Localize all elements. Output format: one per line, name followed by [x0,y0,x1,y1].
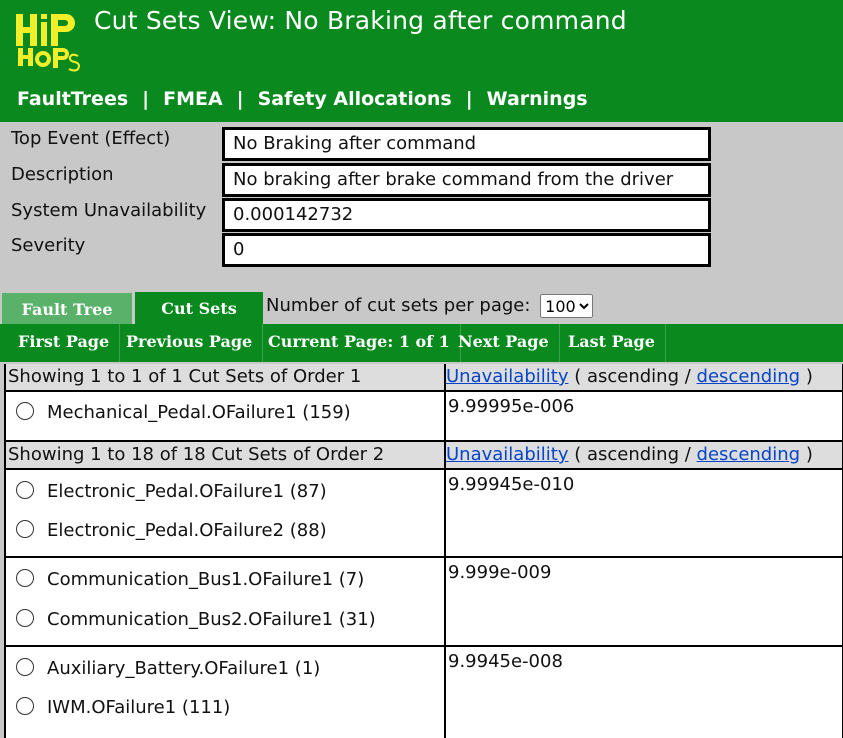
per-page-label: Number of cut sets per page: [266,295,531,316]
sort-paren-open: ( [574,366,582,387]
cut-set-item: Electronic_Pedal.OFailure1 (87) [16,481,327,502]
top-event-label: Top Event (Effect) [11,128,171,149]
cut-set-item: Communication_Bus1.OFailure1 (7) [16,569,364,590]
radio-button[interactable] [16,481,34,499]
nav-safety-allocations[interactable]: Safety Allocations [258,88,452,110]
sort-controls: Unavailability ( ascending / descending … [446,444,813,465]
severity-field[interactable]: 0 [222,233,711,267]
unavailability-value: 9.99945e-010 [448,474,575,495]
unavailability-value: 9.99995e-006 [448,396,575,417]
nav-separator: | [236,88,244,110]
sort-paren-close: ) [805,444,813,465]
nav-separator: | [465,88,473,110]
pagination-bar: First Page Previous Page Current Page: 1… [0,324,843,362]
unavailability-value: 9.9945e-008 [448,651,563,672]
system-unavailability-label: System Unavailability [11,200,207,221]
sort-controls: Unavailability ( ascending / descending … [446,366,813,387]
system-unavailability-field[interactable]: 0.000142732 [222,198,711,232]
previous-page-link[interactable]: Previous Page [116,324,264,362]
radio-button[interactable] [16,569,34,587]
nav-warnings[interactable]: Warnings [487,88,588,110]
tab-cut-sets[interactable]: Cut Sets [135,292,263,324]
group-header-row: Showing 1 to 1 of 1 Cut Sets of Order 1 … [6,364,842,392]
sort-unavailability-link[interactable]: Unavailability [446,366,568,387]
cut-set-item: Auxiliary_Battery.OFailure1 (1) [16,658,320,679]
cut-set-event-label: Communication_Bus1.OFailure1 (7) [47,569,365,590]
page-title: Cut Sets View: No Braking after command [94,6,627,35]
nav-separator: | [142,88,150,110]
group-heading: Showing 1 to 18 of 18 Cut Sets of Order … [8,444,385,465]
view-tabs: Fault Tree Cut Sets Number of cut sets p… [0,290,843,324]
radio-button[interactable] [16,697,34,715]
radio-button[interactable] [16,402,34,420]
app-header: Cut Sets View: No Braking after command … [0,0,843,122]
current-page-indicator: Current Page: 1 of 1 [258,324,461,362]
last-page-link[interactable]: Last Page [558,324,666,362]
group-header-row: Showing 1 to 18 of 18 Cut Sets of Order … [6,442,842,470]
hiphops-logo [16,14,80,72]
cut-set-event-label: IWM.OFailure1 (111) [47,697,231,718]
radio-button[interactable] [16,609,34,627]
sort-unavailability-link[interactable]: Unavailability [446,444,568,465]
first-page-link[interactable]: First Page [8,324,121,362]
cut-set-event-label: Electronic_Pedal.OFailure2 (88) [47,520,327,541]
radio-button[interactable] [16,520,34,538]
top-event-info: Top Event (Effect) No Braking after comm… [0,122,843,290]
nav-fmea[interactable]: FMEA [163,88,223,110]
tab-fault-tree[interactable]: Fault Tree [2,293,132,324]
cut-sets-table: Showing 1 to 1 of 1 Cut Sets of Order 1 … [4,364,843,738]
next-page-link[interactable]: Next Page [448,324,560,362]
cut-set-event-label: Communication_Bus2.OFailure1 (31) [47,609,376,630]
cut-set-item: IWM.OFailure1 (111) [16,697,230,718]
sort-descending-link[interactable]: descending [697,444,801,465]
cut-set-item: Electronic_Pedal.OFailure2 (88) [16,520,327,541]
cut-set-item: Communication_Bus2.OFailure1 (31) [16,609,376,630]
top-event-field[interactable]: No Braking after command [222,127,711,161]
sort-paren-close: ) [805,366,813,387]
sort-ascending-label: ascending / [586,366,691,387]
nav-faulttrees[interactable]: FaultTrees [17,88,128,110]
main-nav: FaultTrees | FMEA | Safety Allocations | Warni… [17,88,588,110]
per-page-select[interactable]: 100 [540,294,594,318]
cut-set-event-label: Electronic_Pedal.OFailure1 (87) [47,481,327,502]
sort-paren-open: ( [574,444,582,465]
group-heading: Showing 1 to 1 of 1 Cut Sets of Order 1 [8,366,362,387]
table-row: Auxiliary_Battery.OFailure1 (1) IWM.OFai… [6,647,842,738]
page: Cut Sets View: No Braking after command … [0,0,843,738]
sort-ascending-label: ascending / [586,444,691,465]
description-label: Description [11,164,114,185]
cut-set-event-label: Mechanical_Pedal.OFailure1 (159) [47,402,351,423]
severity-label: Severity [11,235,86,256]
per-page-control: Number of cut sets per page: 100 [266,294,594,318]
description-field[interactable]: No braking after brake command from the … [222,163,711,197]
table-row: Mechanical_Pedal.OFailure1 (159) 9.99995… [6,392,842,442]
sort-descending-link[interactable]: descending [697,366,801,387]
unavailability-value: 9.999e-009 [448,562,552,583]
cut-set-event-label: Auxiliary_Battery.OFailure1 (1) [47,658,321,679]
cut-set-item: Mechanical_Pedal.OFailure1 (159) [16,402,351,423]
table-row: Electronic_Pedal.OFailure1 (87) Electron… [6,470,842,558]
table-row: Communication_Bus1.OFailure1 (7) Communi… [6,558,842,647]
radio-button[interactable] [16,658,34,676]
